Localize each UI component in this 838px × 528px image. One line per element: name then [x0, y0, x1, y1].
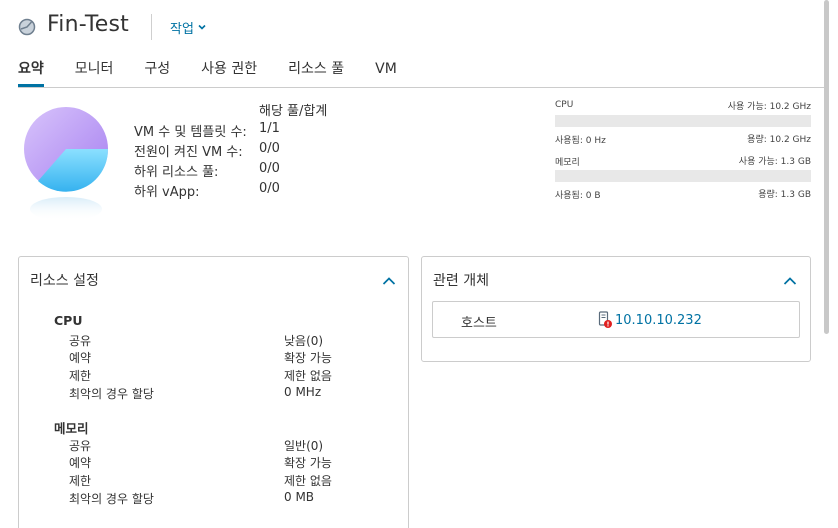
setting-label: 공유 — [69, 439, 92, 453]
related-objects-panel: 관련 개체 호스트 10.10.10.232 — [421, 256, 811, 362]
host-link[interactable]: 10.10.10.232 — [597, 311, 702, 329]
host-link-text: 10.10.10.232 — [615, 312, 702, 328]
memory-available: 사용 가능: 1.3 GB — [738, 157, 811, 167]
summary-row-label: 하위 리소스 풀: — [134, 165, 219, 180]
setting-value: 확장 가능 — [284, 456, 332, 470]
memory-usage-bar — [555, 170, 811, 182]
host-label: 호스트 — [461, 316, 497, 331]
resource-pool-pie-icon — [24, 107, 109, 221]
page-scrollbar[interactable] — [824, 0, 829, 334]
summary-row-value: 1/1 — [259, 121, 280, 136]
tab-configure[interactable]: 구성 — [144, 58, 170, 87]
host-error-icon — [598, 311, 612, 328]
title-divider — [151, 14, 152, 40]
memory-meter: 메모리 사용 가능: 1.3 GB 사용됨: 0 B 용량: 1.3 GB — [555, 153, 811, 201]
cpu-usage-bar — [555, 115, 811, 127]
cpu-meter-label: CPU — [555, 100, 574, 110]
setting-value: 0 MB — [284, 490, 315, 504]
chevron-up-icon[interactable] — [783, 276, 797, 286]
cpu-capacity: 용량: 10.2 GHz — [747, 135, 811, 145]
cpu-meter: CPU 사용 가능: 10.2 GHz 사용됨: 0 Hz 용량: 10.2 G… — [555, 98, 811, 146]
tab-divider — [18, 87, 826, 88]
tab-resource-pools[interactable]: 리소스 풀 — [288, 58, 344, 87]
memory-section-heading: 메모리 — [54, 421, 89, 436]
memory-capacity: 용량: 1.3 GB — [758, 190, 811, 200]
summary-row-label: VM 수 및 템플릿 수: — [134, 125, 247, 140]
summary-row-label: 전원이 켜진 VM 수: — [134, 145, 243, 160]
setting-label: 최악의 경우 할당 — [69, 492, 154, 506]
cpu-used: 사용됨: 0 Hz — [555, 136, 606, 146]
related-objects-title: 관련 개체 — [433, 273, 489, 289]
cpu-section-heading: CPU — [54, 313, 83, 328]
setting-label: 제한 — [69, 474, 92, 488]
setting-label: 최악의 경우 할당 — [69, 387, 154, 401]
chevron-down-icon — [198, 24, 206, 30]
setting-value: 낮음(0) — [284, 334, 324, 348]
summary-row-value: 0/0 — [259, 181, 280, 196]
memory-used: 사용됨: 0 B — [555, 191, 601, 201]
tab-permissions[interactable]: 사용 권한 — [201, 58, 257, 87]
setting-value: 제한 없음 — [284, 474, 332, 488]
tab-bar: 요약 모니터 구성 사용 권한 리소스 풀 VM — [18, 58, 428, 88]
summary-row-label: 하위 vApp: — [134, 185, 200, 200]
actions-menu-button[interactable]: 작업 — [170, 18, 207, 37]
resource-settings-title: 리소스 설정 — [30, 273, 99, 289]
page-title: Fin-Test — [47, 12, 129, 37]
tab-vms[interactable]: VM — [375, 58, 397, 87]
summary-row-value: 0/0 — [259, 141, 280, 156]
tab-summary[interactable]: 요약 — [18, 58, 44, 87]
cpu-available: 사용 가능: 10.2 GHz — [727, 102, 811, 112]
setting-label: 예약 — [69, 456, 92, 470]
memory-meter-label: 메모리 — [555, 158, 580, 168]
setting-label: 예약 — [69, 351, 92, 365]
setting-label: 공유 — [69, 334, 92, 348]
resource-settings-panel: 리소스 설정 CPU 공유 낮음(0) 예약 확장 가능 제한 제한 없음 최악… — [18, 256, 409, 528]
summary-column-header: 해당 풀/합계 — [259, 104, 328, 119]
resource-pool-icon — [18, 18, 36, 36]
chevron-up-icon[interactable] — [382, 276, 396, 286]
setting-value: 확장 가능 — [284, 351, 332, 365]
summary-row-value: 0/0 — [259, 161, 280, 176]
setting-value: 제한 없음 — [284, 369, 332, 383]
setting-value: 일반(0) — [284, 439, 324, 453]
setting-value: 0 MHz — [284, 385, 322, 399]
page-header: Fin-Test 작업 — [0, 0, 838, 52]
setting-label: 제한 — [69, 369, 92, 383]
related-host-row: 호스트 10.10.10.232 — [432, 301, 800, 338]
tab-monitor[interactable]: 모니터 — [75, 58, 114, 87]
actions-label: 작업 — [170, 22, 194, 37]
